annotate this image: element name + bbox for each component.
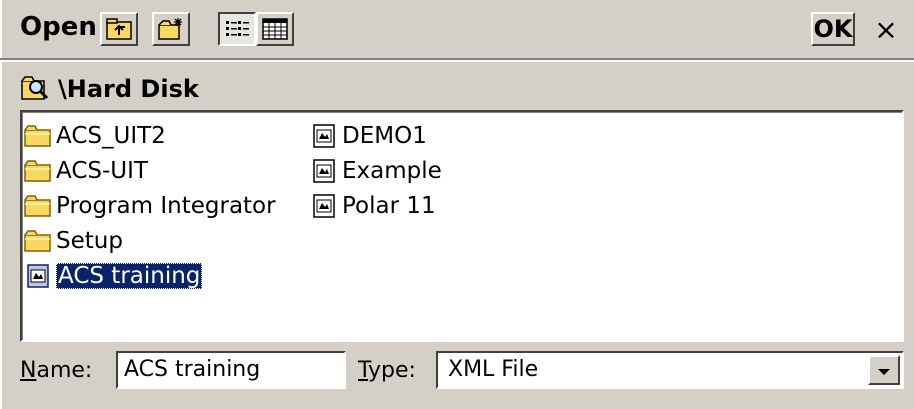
item-label: ACS-UIT xyxy=(56,157,148,184)
file-list-column-1: ACS_UIT2 ACS-UIT Program Integrator Setu… xyxy=(24,118,276,293)
new-folder-icon xyxy=(157,17,185,41)
item-label: Polar 11 xyxy=(342,192,436,219)
item-label: ACS training xyxy=(56,262,203,289)
list-view-icon xyxy=(224,18,250,40)
xml-file-icon xyxy=(310,193,338,219)
file-list[interactable]: ACS_UIT2 ACS-UIT Program Integrator Setu… xyxy=(20,110,904,342)
details-view-button[interactable] xyxy=(256,12,294,46)
name-label: Name: xyxy=(20,358,92,383)
chevron-down-icon xyxy=(876,358,892,383)
folder-icon xyxy=(24,193,52,219)
folder-icon xyxy=(24,158,52,184)
open-dialog: Open OK × \Hard Disk ACS_UIT2 ACS-UIT Pr… xyxy=(0,0,914,409)
close-button[interactable]: × xyxy=(864,12,908,46)
list-item-example[interactable]: Example xyxy=(310,153,442,188)
item-label: Program Integrator xyxy=(56,192,276,219)
title-divider-highlight xyxy=(0,60,914,62)
folder-search-icon xyxy=(20,73,50,105)
details-view-icon xyxy=(262,18,288,40)
type-select-value: XML File xyxy=(448,357,539,382)
type-select[interactable]: XML File xyxy=(436,351,904,389)
current-path: \Hard Disk xyxy=(20,72,199,106)
folder-icon xyxy=(24,228,52,254)
type-dropdown-button[interactable] xyxy=(868,355,900,385)
type-label-mnemonic: T xyxy=(358,358,369,383)
up-folder-icon xyxy=(106,18,132,40)
name-label-text: ame: xyxy=(36,358,93,383)
list-view-button[interactable] xyxy=(218,12,256,46)
dialog-title: Open xyxy=(20,12,97,42)
path-label: \Hard Disk xyxy=(58,75,199,103)
name-input[interactable]: ACS training xyxy=(116,351,346,389)
item-label: Example xyxy=(342,157,442,184)
item-label: ACS_UIT2 xyxy=(56,122,166,149)
item-label: DEMO1 xyxy=(342,122,427,149)
list-item-acs-training[interactable]: ACS training xyxy=(24,258,276,293)
list-item-program-integrator[interactable]: Program Integrator xyxy=(24,188,276,223)
type-label-text: ype: xyxy=(368,358,416,383)
list-item-demo1[interactable]: DEMO1 xyxy=(310,118,442,153)
name-label-mnemonic: N xyxy=(20,358,37,383)
filename-row: Name: ACS training Type: XML File xyxy=(0,348,914,409)
folder-icon xyxy=(24,123,52,149)
list-item-setup[interactable]: Setup xyxy=(24,223,276,258)
list-item-polar-11[interactable]: Polar 11 xyxy=(310,188,442,223)
xml-file-icon xyxy=(24,263,52,289)
type-label: Type: xyxy=(358,358,416,383)
list-item-acs-uit2[interactable]: ACS_UIT2 xyxy=(24,118,276,153)
ok-button[interactable]: OK xyxy=(811,12,855,46)
list-item-acs-uit[interactable]: ACS-UIT xyxy=(24,153,276,188)
title-bar: Open OK × xyxy=(8,0,914,58)
new-folder-button[interactable] xyxy=(152,12,190,46)
xml-file-icon xyxy=(310,158,338,184)
item-label: Setup xyxy=(56,227,123,254)
xml-file-icon xyxy=(310,123,338,149)
up-folder-button[interactable] xyxy=(100,12,138,46)
file-list-column-2: DEMO1 Example Polar 11 xyxy=(310,118,442,223)
